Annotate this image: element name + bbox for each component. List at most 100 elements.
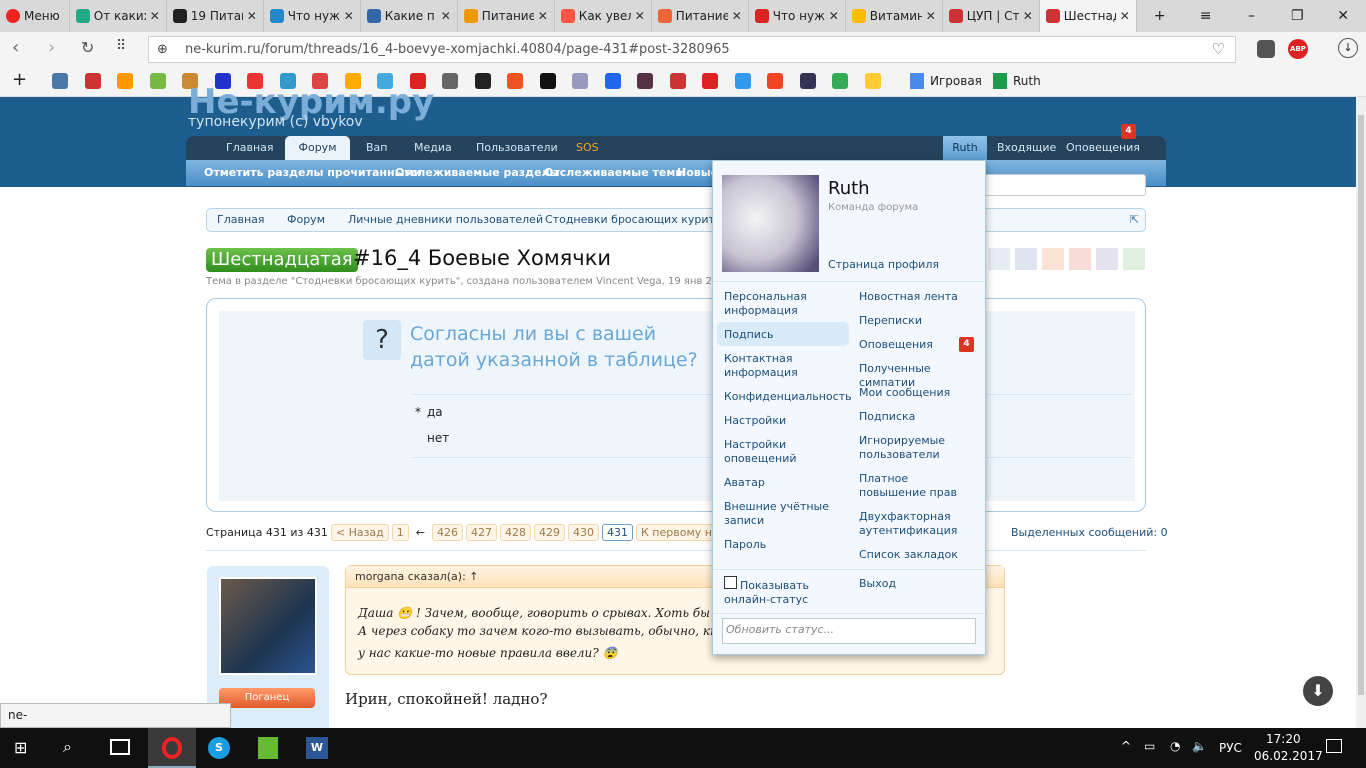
bookmark-favicon-icon[interactable] (604, 73, 621, 89)
nav-sos[interactable]: SOS (576, 136, 599, 160)
page-430[interactable]: 430 (568, 524, 599, 541)
close-tab-icon[interactable]: ✕ (441, 9, 451, 23)
nav-media[interactable]: Медиа (414, 136, 452, 160)
notepad-icon[interactable] (258, 737, 278, 759)
wifi-icon[interactable]: ◔ (1170, 739, 1180, 753)
vk-share-icon[interactable] (988, 248, 1010, 270)
taskbar-opera[interactable] (148, 728, 196, 768)
close-tab-icon[interactable]: ✕ (1023, 9, 1033, 23)
account-menu-item[interactable]: Подпись (724, 328, 839, 342)
account-menu-item[interactable]: Платное повышение прав (859, 472, 977, 500)
back-icon[interactable]: ‹ (12, 37, 19, 58)
account-menu-item[interactable]: Настройки (724, 414, 839, 428)
page-429[interactable]: 429 (534, 524, 565, 541)
account-menu-item[interactable]: Персональная информация (724, 290, 839, 318)
ok-share-icon[interactable] (1042, 248, 1064, 270)
page-428[interactable]: 428 (500, 524, 531, 541)
bookmark-ruth[interactable]: Ruth (993, 73, 1041, 89)
page-431-current[interactable]: 431 (602, 524, 633, 541)
language-indicator[interactable]: РУС (1219, 741, 1242, 755)
nav-users[interactable]: Пользователи (476, 136, 558, 160)
page-426[interactable]: 426 (432, 524, 463, 541)
add-bookmark-icon[interactable]: + (12, 69, 27, 90)
search-input[interactable] (982, 174, 1146, 196)
account-menu-item[interactable]: Новостная лента (859, 290, 977, 304)
word-icon[interactable]: W (306, 737, 328, 759)
close-tab-icon[interactable]: ✕ (247, 9, 257, 23)
bookmark-favicon-icon[interactable] (442, 73, 458, 89)
browser-tab[interactable]: От каких ✕ (70, 0, 167, 32)
browser-tab[interactable]: Питание ✕ (652, 0, 749, 32)
online-status-label[interactable]: Показывать онлайн-статус (724, 579, 834, 607)
browser-menu-button[interactable]: Меню (0, 0, 70, 32)
bookmark-igrovaya[interactable]: Игровая (910, 73, 982, 89)
account-menu-item[interactable]: Конфиденциальность (724, 390, 852, 404)
clock-date[interactable]: 06.02.2017 (1254, 749, 1323, 763)
task-view-icon[interactable] (110, 739, 130, 755)
close-tab-icon[interactable]: ✕ (732, 9, 742, 23)
close-tab-icon[interactable]: ✕ (344, 9, 354, 23)
bookmark-favicon-icon[interactable] (799, 73, 816, 89)
heart-icon[interactable]: ♡ (1212, 37, 1225, 62)
url-input[interactable]: ⊕ ne-kurim.ru/forum/threads/16_4-boevye-x… (148, 36, 1236, 63)
nav-user-ruth[interactable]: Ruth (943, 136, 987, 160)
browser-tab[interactable]: 19 Питание✕ (167, 0, 264, 32)
browser-tab[interactable]: Витамин ✕ (846, 0, 943, 32)
close-window-button[interactable]: ✕ (1320, 0, 1366, 32)
close-tab-icon[interactable]: ✕ (635, 9, 645, 23)
bookmark-favicon-icon[interactable] (539, 73, 556, 89)
facebook-share-icon[interactable] (1015, 248, 1037, 270)
browser-tab[interactable]: Шестнадц✕ (1039, 0, 1137, 32)
browser-tab[interactable]: Питание ✕ (458, 0, 555, 32)
nav-home[interactable]: Главная (226, 136, 274, 160)
browser-tab[interactable]: Что нужно✕ (264, 0, 361, 32)
speed-dial-icon[interactable]: ⠿ (116, 38, 126, 54)
watched-forums-link[interactable]: Отслеживаемые разделы (395, 160, 560, 186)
nav-wap[interactable]: Вап (366, 136, 387, 160)
account-menu-item[interactable]: Двухфакторная аутентификация (859, 510, 977, 538)
new-tab-button[interactable]: + (1137, 0, 1183, 32)
browser-tab[interactable]: Как увел ✕ (555, 0, 652, 32)
gplus-share-icon[interactable] (1069, 248, 1091, 270)
browser-tab[interactable]: Что нужно✕ (749, 0, 846, 32)
logout-link[interactable]: Выход (859, 577, 896, 591)
bookmark-favicon-icon[interactable] (117, 73, 133, 89)
account-menu-item[interactable]: Игнорируемые пользователи (859, 434, 977, 462)
scroll-down-icon[interactable]: ⬇ (1303, 676, 1333, 706)
page-1[interactable]: 1 (391, 524, 409, 541)
battery-icon[interactable]: ▭ (1144, 739, 1155, 753)
bookmark-favicon-icon[interactable] (832, 73, 848, 89)
status-input[interactable]: Обновить статус... (722, 618, 976, 644)
account-avatar[interactable] (722, 175, 819, 272)
selected-posts-count[interactable]: Выделенных сообщений: 0 (1011, 526, 1168, 539)
jump-icon[interactable]: ⇱ (1130, 209, 1139, 231)
crumb-diaries[interactable]: Личные дневники пользователей (348, 209, 543, 231)
account-menu-item[interactable]: Внешние учётные записи (724, 500, 839, 528)
account-menu-item[interactable]: Контактная информация (724, 352, 839, 380)
close-tab-icon[interactable]: ✕ (926, 9, 936, 23)
scrollbar[interactable] (1356, 97, 1366, 728)
account-menu-item[interactable]: Настройки оповещений (724, 438, 839, 466)
browser-tab[interactable]: ЦУП | Ст ✕ (943, 0, 1040, 32)
windows-start-icon[interactable]: ⊞ (14, 738, 27, 757)
page-427[interactable]: 427 (466, 524, 497, 541)
reload-icon[interactable]: ↻ (81, 38, 94, 57)
bookmark-favicon-icon[interactable] (507, 73, 523, 89)
whatsapp-share-icon[interactable] (1123, 248, 1145, 270)
bookmark-favicon-icon[interactable] (864, 73, 881, 89)
tray-chevron-icon[interactable]: ^ (1121, 739, 1131, 753)
account-menu-item[interactable]: Подписка (859, 410, 977, 424)
mark-read-link[interactable]: Отметить разделы прочитанными (204, 160, 421, 186)
viber-share-icon[interactable] (1096, 248, 1118, 270)
restore-button[interactable]: ❐ (1274, 0, 1320, 32)
account-menu-item[interactable]: Переписки (859, 314, 977, 328)
browser-tab[interactable]: Какие п ✕ (361, 0, 458, 32)
crumb-home[interactable]: Главная (217, 209, 265, 231)
account-menu-item[interactable]: Мои сообщения (859, 386, 977, 400)
crumb-stodnevki[interactable]: Стодневки бросающих курить (545, 209, 721, 231)
close-tab-icon[interactable]: ✕ (538, 9, 548, 23)
bookmark-favicon-icon[interactable] (702, 73, 718, 89)
action-center-icon[interactable] (1326, 739, 1342, 753)
skype-icon[interactable]: S (208, 737, 230, 759)
downloads-icon[interactable]: ↓ (1338, 38, 1358, 58)
